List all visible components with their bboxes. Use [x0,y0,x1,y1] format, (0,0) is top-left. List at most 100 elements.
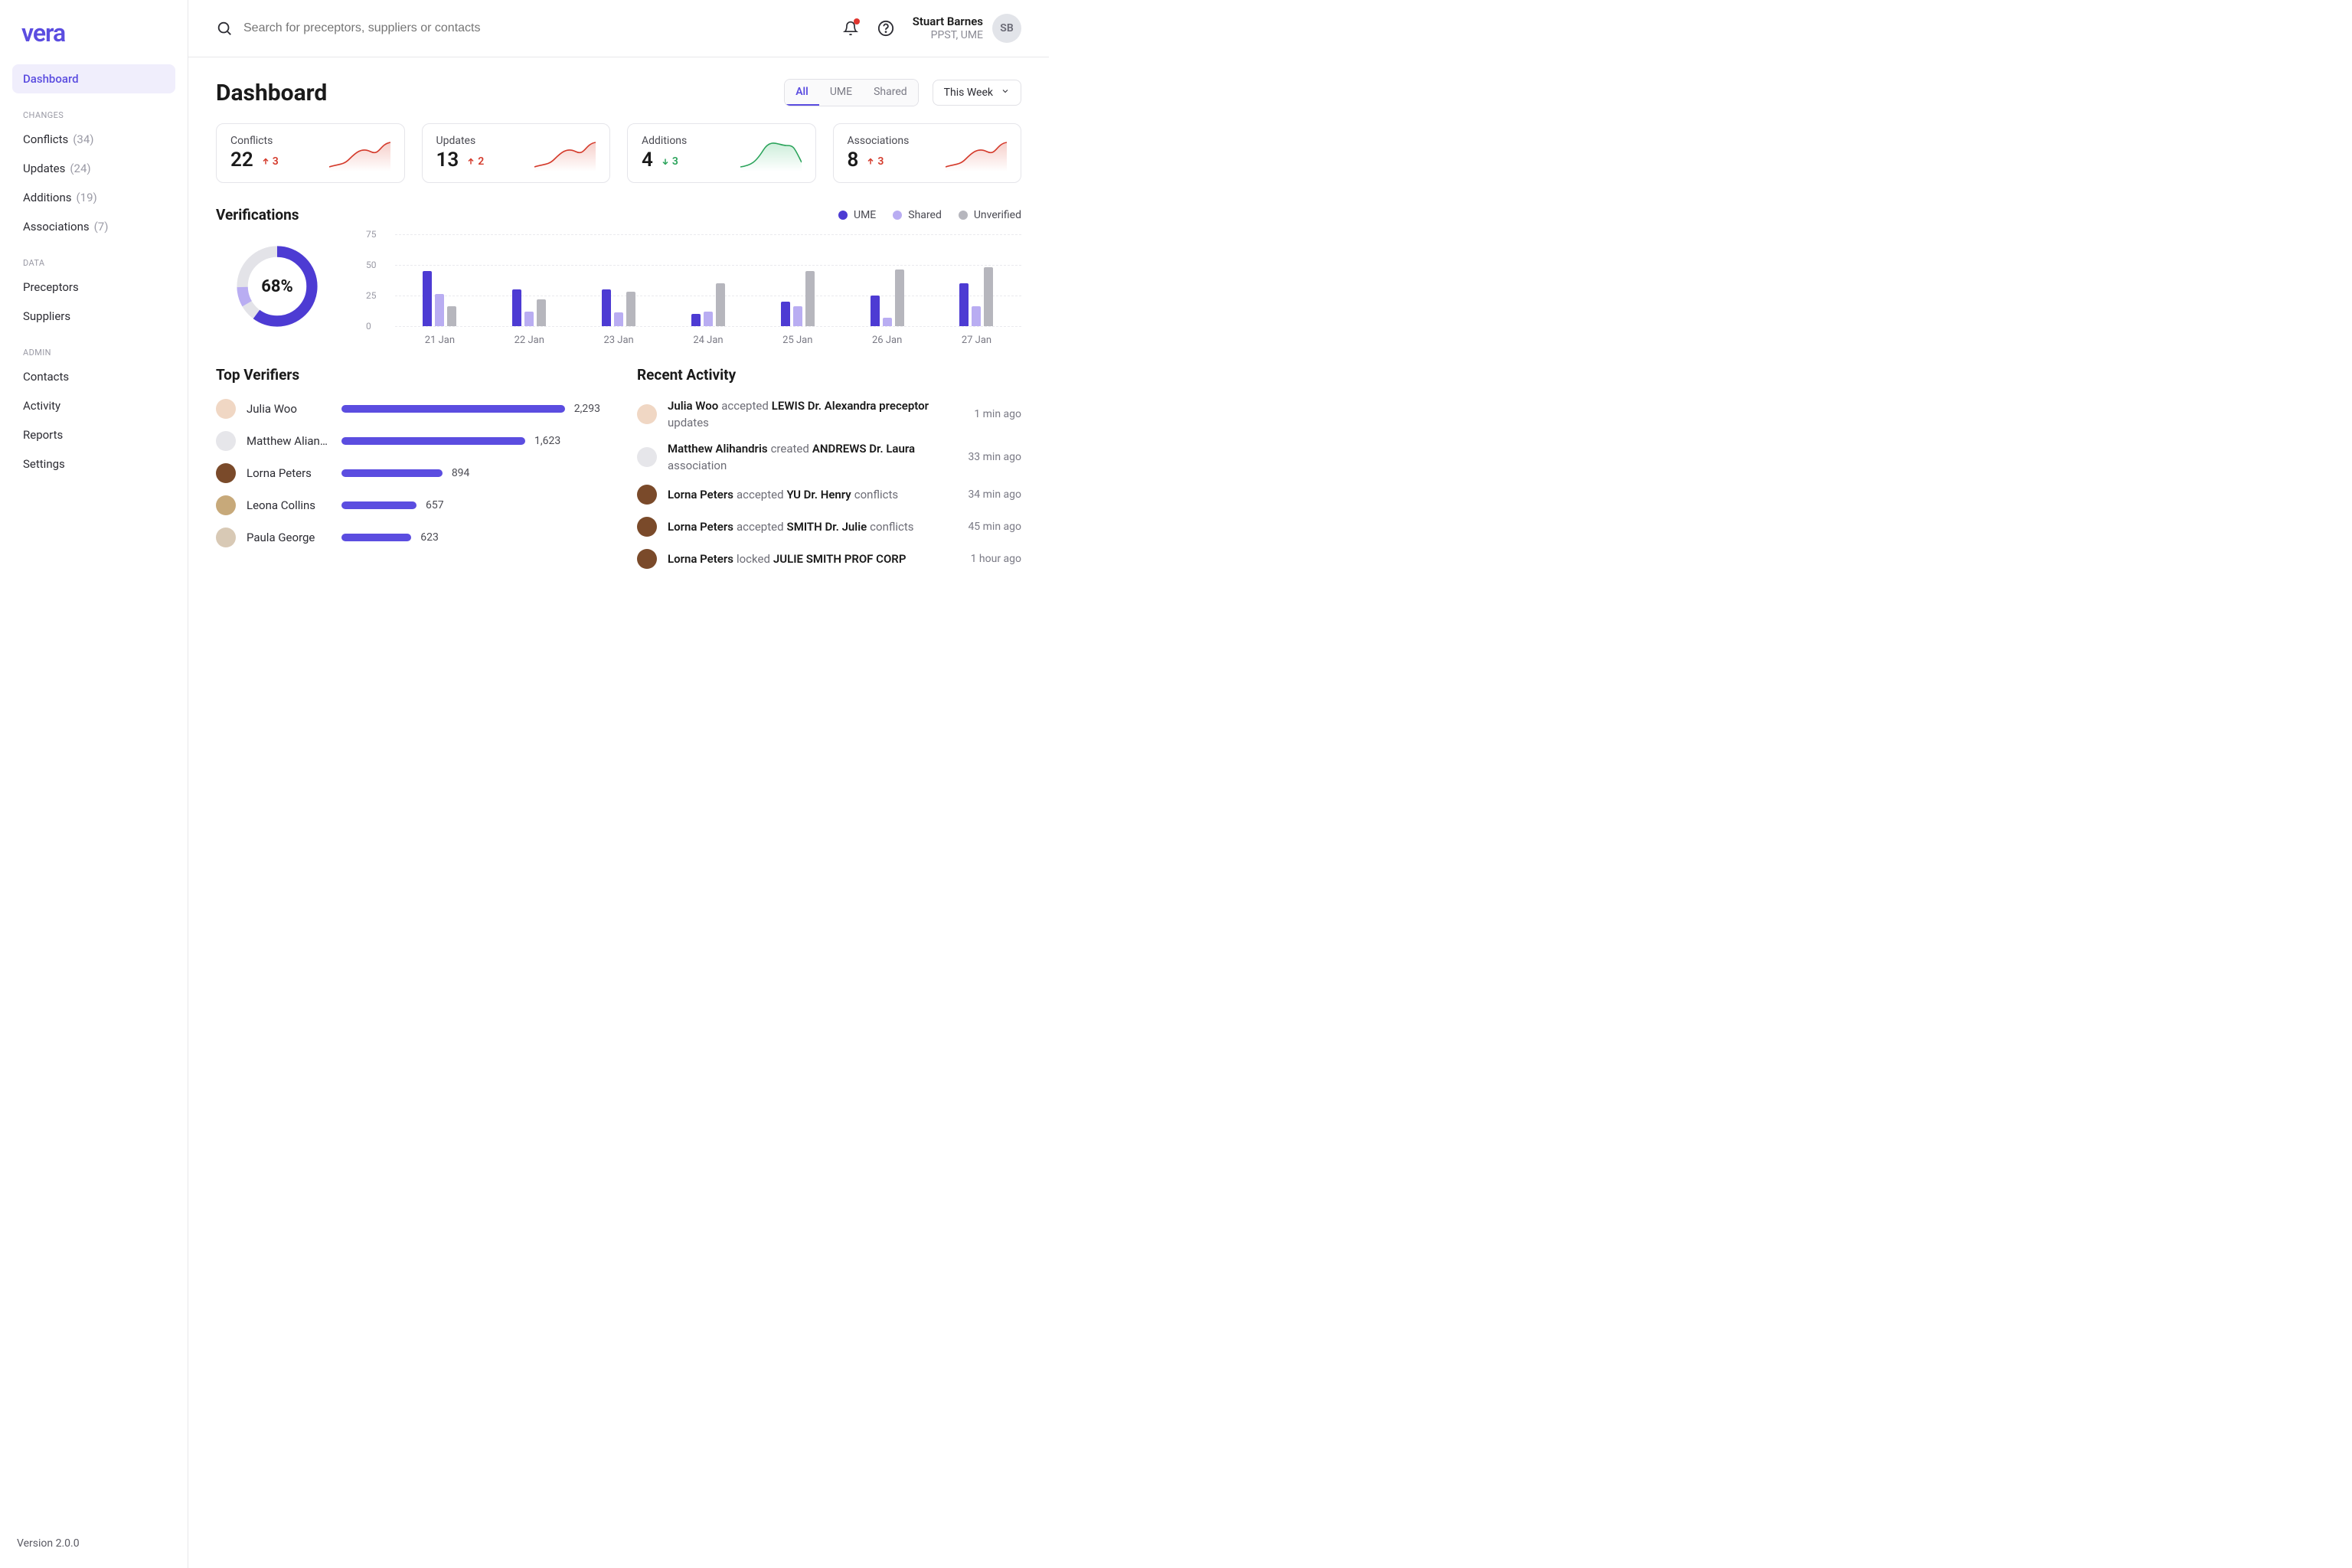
bar [895,270,904,326]
stat-card-additions[interactable]: Additions4 3 [627,123,816,183]
sidebar-item-preceptors[interactable]: Preceptors [12,273,175,302]
bar [423,271,432,326]
avatar [216,431,236,451]
y-tick: 75 [366,229,377,240]
verifier-name: Matthew Aliandr... [247,434,331,448]
stat-card-conflicts[interactable]: Conflicts22 3 [216,123,405,183]
verifier-row[interactable]: Julia Woo2,293 [216,393,600,425]
sidebar-item-suppliers[interactable]: Suppliers [12,302,175,331]
x-label: 26 Jan [872,335,902,346]
stat-label: Updates [436,135,485,147]
user-name: Stuart Barnes [913,15,983,29]
sidebar-nav: DashboardCHANGESConflicts(34)Updates(24)… [12,64,175,479]
sidebar-item-updates[interactable]: Updates (24) [12,154,175,183]
filter-tab-ume[interactable]: UME [819,80,863,106]
avatar [216,495,236,515]
avatar: SB [992,14,1021,43]
verifier-count: 894 [452,467,470,479]
bar-group [691,283,725,326]
legend-unverified: Unverified [974,209,1021,221]
user-menu[interactable]: Stuart Barnes PPST, UME SB [913,14,1021,43]
avatar [637,404,657,424]
sidebar-item-contacts[interactable]: Contacts [12,362,175,391]
legend-shared: Shared [908,209,942,221]
page-title: Dashboard [216,80,327,106]
x-label: 23 Jan [603,335,633,346]
sidebar-item-conflicts[interactable]: Conflicts (34) [12,125,175,154]
bar [781,302,790,326]
verifier-bar [341,501,416,509]
sidebar-item-label: Settings [23,457,65,471]
bar [805,271,815,326]
verifier-row[interactable]: Matthew Aliandr...1,623 [216,425,600,457]
bar [602,289,611,326]
sparkline-icon [493,135,596,172]
sidebar-item-count: (19) [77,191,97,204]
y-tick: 0 [366,321,371,332]
activity-time: 34 min ago [968,488,1021,501]
legend-ume: UME [854,209,876,221]
sidebar-item-count: (24) [70,162,90,175]
sidebar-item-label: Contacts [23,370,69,384]
verifier-name: Paula George [247,531,331,544]
brand-logo: vera [12,18,175,64]
x-label: 25 Jan [782,335,812,346]
sidebar-item-associations[interactable]: Associations(7) [12,212,175,241]
activity-row[interactable]: Lorna PetersacceptedYU Dr. Henryconflict… [637,479,1021,511]
user-role: PPST, UME [913,29,983,43]
sidebar-item-label: Dashboard [23,72,79,86]
activity-time: 1 hour ago [971,553,1021,565]
sparkline-icon [696,135,801,172]
help-icon[interactable] [877,20,894,37]
range-select[interactable]: This Week [933,80,1021,106]
bar [512,289,521,326]
activity-row[interactable]: Lorna PetersacceptedSMITH Dr. Julieconfl… [637,511,1021,543]
filter-tab-shared[interactable]: Shared [863,80,918,106]
stat-value: 8 [848,149,859,172]
activity-text: Lorna PetersacceptedSMITH Dr. Julieconfl… [668,520,957,534]
verification-barchart: 0255075 21 Jan22 Jan23 Jan24 Jan25 Jan26… [366,234,1021,341]
sidebar-item-label: Conflicts [23,132,68,146]
verifier-name: Lorna Peters [247,466,331,480]
activity-row[interactable]: Lorna PeterslockedJULIE SMITH PROF CORP1… [637,543,1021,575]
sidebar-item-count: (34) [73,132,93,146]
stat-card-updates[interactable]: Updates13 2 [422,123,611,183]
verifier-count: 623 [420,531,439,544]
bar-group [959,267,993,326]
stat-cards: Conflicts22 3 Updates13 2 Additions4 3 Asso… [216,123,1021,183]
sidebar-item-dashboard[interactable]: Dashboard [12,64,175,93]
notifications-icon[interactable] [842,20,859,37]
search-icon[interactable] [216,20,233,37]
bar [447,306,456,326]
sidebar-item-reports[interactable]: Reports [12,420,175,449]
verifier-row[interactable]: Paula George 623 [216,521,600,554]
sidebar-item-activity[interactable]: Activity [12,391,175,420]
verifier-name: Julia Woo [247,402,331,416]
sidebar-item-label: Updates [23,162,65,175]
activity-text: Lorna PetersacceptedYU Dr. Henryconflict… [668,488,957,501]
activity-row[interactable]: Matthew AlihandriscreatedANDREWS Dr. Lau… [637,436,1021,479]
bar-group [602,289,635,326]
verifier-bar [341,405,565,413]
top-verifiers-list: Julia Woo2,293Matthew Aliandr...1,623Lor… [216,393,600,554]
bar [524,312,534,326]
stat-card-associations[interactable]: Associations8 3 [833,123,1022,183]
sidebar-item-additions[interactable]: Additions(19) [12,183,175,212]
search-input[interactable] [243,21,827,35]
verifier-row[interactable]: Leona Collins657 [216,489,600,521]
verifier-row[interactable]: Lorna Peters 894 [216,457,600,489]
recent-activity-list: Julia WooacceptedLEWIS Dr. Alexandra pre… [637,393,1021,575]
sidebar-item-settings[interactable]: Settings [12,449,175,479]
stat-value: 4 [642,149,653,172]
bar [871,296,880,326]
activity-time: 33 min ago [968,451,1021,463]
filter-tab-all[interactable]: All [785,80,819,106]
activity-text: Matthew AlihandriscreatedANDREWS Dr. Lau… [668,442,957,472]
bar [691,314,701,326]
bar [972,306,981,326]
avatar [216,399,236,419]
avatar [637,447,657,467]
verification-donut: 68% [216,234,338,341]
bar [614,312,623,326]
activity-row[interactable]: Julia WooacceptedLEWIS Dr. Alexandra pre… [637,393,1021,436]
